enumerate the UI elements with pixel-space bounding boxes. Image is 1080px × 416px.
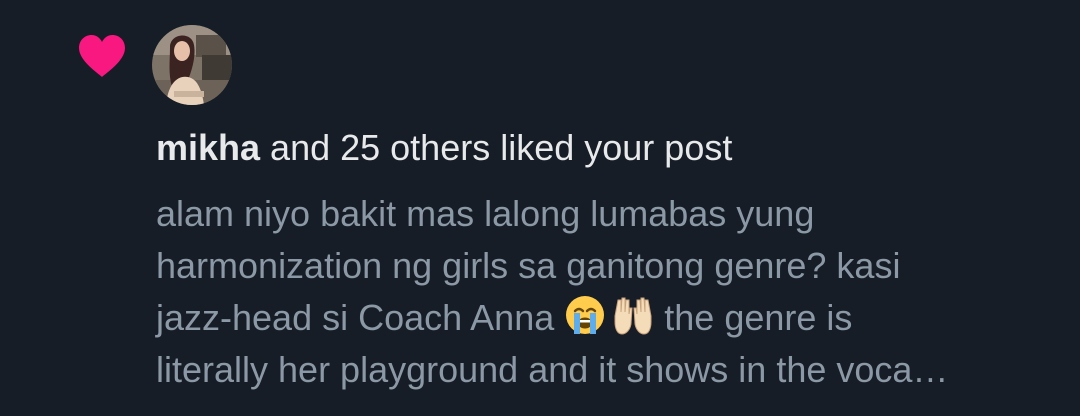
post-line: harmonization ng girls sa ganitong genre… <box>156 245 901 286</box>
post-line: alam niyo bakit mas lalong lumabas yung <box>156 193 815 234</box>
avatar[interactable] <box>152 25 232 105</box>
post-line-text: jazz-head si Coach Anna <box>156 297 565 338</box>
action-text: and 25 others liked your post <box>260 127 733 168</box>
post-line: literally her playground and it shows in… <box>156 349 949 390</box>
username[interactable]: mikha <box>156 127 260 168</box>
post-preview[interactable]: alam niyo bakit mas lalong lumabas yung … <box>156 188 1056 396</box>
loudly-crying-face-emoji <box>564 294 606 336</box>
post-line-text: the genre is <box>654 297 853 338</box>
raising-hands-emoji <box>612 294 654 336</box>
notification-headline: mikha and 25 others liked your post <box>156 124 1056 172</box>
like-notification[interactable]: mikha and 25 others liked your post alam… <box>0 0 1080 416</box>
heart-icon <box>79 35 125 77</box>
post-line: jazz-head si Coach Anna the genre is <box>156 292 1056 344</box>
